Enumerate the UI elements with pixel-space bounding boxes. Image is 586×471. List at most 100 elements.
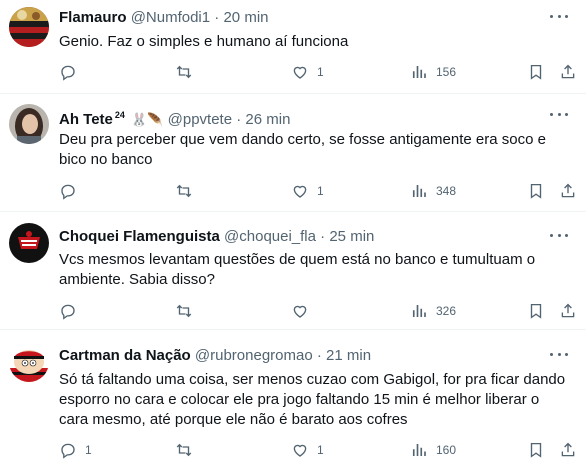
tweet-actions: 326 — [0, 301, 586, 321]
bookmark-icon — [530, 442, 542, 458]
heart-icon — [293, 305, 307, 318]
like-button[interactable]: 1 — [291, 440, 324, 460]
share-button[interactable] — [559, 440, 577, 460]
like-count: 1 — [317, 443, 324, 457]
like-count: 1 — [317, 65, 324, 79]
person-photo-avatar — [9, 104, 49, 144]
separator: · — [214, 9, 220, 26]
tweet-header: Cartman da Nação @rubronegromao · 21 min — [59, 346, 536, 365]
cartman-avatar — [9, 342, 49, 382]
avatar[interactable] — [9, 223, 49, 263]
reply-icon — [61, 443, 75, 459]
bookmark-icon — [530, 183, 542, 199]
share-icon — [561, 303, 575, 318]
display-name[interactable]: Cartman da Nação — [59, 347, 191, 364]
more-options-icon[interactable] — [550, 348, 568, 360]
views-button[interactable]: 348 — [410, 181, 456, 201]
tweet-header: Choquei Flamenguista @choquei_fla · 25 m… — [59, 227, 536, 246]
views-chart-icon — [412, 185, 426, 197]
tweet-text: Vcs mesmos levantam questões de quem est… — [59, 251, 536, 288]
display-name[interactable]: Choquei Flamenguista — [59, 228, 220, 245]
reply-icon — [61, 65, 75, 81]
avatar[interactable] — [9, 7, 49, 47]
flamengo-logo-avatar — [9, 223, 49, 263]
avatar[interactable] — [9, 104, 49, 144]
tweet-text: Genio. Faz o simples e humano aí funcion… — [59, 33, 349, 50]
share-button[interactable] — [559, 62, 577, 82]
bookmark-icon — [530, 64, 542, 80]
avatar[interactable] — [9, 342, 49, 382]
views-button[interactable]: 156 — [410, 62, 456, 82]
name-superscript: 24 — [114, 110, 125, 120]
tweet[interactable]: Flamauro @Numfodi1 · 20 min Genio. Faz o… — [0, 0, 586, 94]
share-icon — [561, 442, 575, 457]
more-options-icon[interactable] — [550, 10, 568, 22]
like-button[interactable]: 1 — [291, 181, 324, 201]
tweet-text: Deu pra perceber que vem dando certo, se… — [59, 131, 546, 168]
tweet-actions: 1 1 160 — [0, 440, 586, 460]
user-handle[interactable]: @choquei_fla — [224, 228, 316, 245]
heart-icon — [293, 185, 307, 198]
tweet[interactable]: Cartman da Nação @rubronegromao · 21 min… — [0, 330, 586, 471]
tweet[interactable]: Choquei Flamenguista @choquei_fla · 25 m… — [0, 212, 586, 330]
timestamp[interactable]: 26 min — [245, 111, 290, 128]
display-name[interactable]: Flamauro — [59, 9, 127, 26]
like-button[interactable]: 1 — [291, 62, 324, 82]
user-handle[interactable]: @Numfodi1 — [131, 9, 210, 26]
retweet-icon — [176, 184, 192, 198]
views-chart-icon — [412, 444, 426, 456]
tweet[interactable]: Ah Tete 24 🐰🪶 @ppvtete · 26 min Deu pra p… — [0, 94, 586, 212]
reply-count: 1 — [85, 443, 92, 457]
user-handle[interactable]: @rubronegromao — [195, 347, 313, 364]
reply-button[interactable] — [59, 181, 85, 201]
timestamp[interactable]: 21 min — [326, 347, 371, 364]
share-button[interactable] — [559, 301, 577, 321]
views-chart-icon — [412, 305, 426, 317]
views-button[interactable]: 160 — [410, 440, 456, 460]
timestamp[interactable]: 20 min — [223, 9, 268, 26]
reply-button[interactable] — [59, 62, 85, 82]
tweet-actions: 1 348 — [0, 181, 586, 201]
retweet-icon — [176, 304, 192, 318]
retweet-button[interactable] — [175, 62, 193, 82]
heart-icon — [293, 66, 307, 79]
retweet-icon — [176, 443, 192, 457]
timestamp[interactable]: 25 min — [329, 228, 374, 245]
share-icon — [561, 64, 575, 79]
bookmark-button[interactable] — [527, 440, 545, 460]
view-count: 348 — [436, 184, 457, 198]
name-emoji: 🐰🪶 — [131, 112, 164, 127]
view-count: 160 — [436, 443, 457, 457]
views-button[interactable]: 326 — [410, 301, 456, 321]
tweet-header: Ah Tete 24 🐰🪶 @ppvtete · 26 min — [59, 106, 536, 129]
more-options-icon[interactable] — [550, 108, 568, 120]
reply-icon — [61, 184, 75, 200]
view-count: 156 — [436, 65, 457, 79]
bookmark-icon — [530, 303, 542, 319]
retweet-icon — [176, 65, 192, 79]
more-options-icon[interactable] — [550, 229, 568, 241]
reply-button[interactable] — [59, 301, 85, 321]
separator: · — [236, 111, 242, 128]
flamengo-crest-avatar — [9, 7, 49, 47]
user-handle[interactable]: @ppvtete — [168, 111, 232, 128]
separator: · — [320, 228, 326, 245]
display-name[interactable]: Ah Tete — [59, 111, 113, 128]
share-button[interactable] — [559, 181, 577, 201]
tweet-header: Flamauro @Numfodi1 · 20 min — [59, 8, 536, 27]
retweet-button[interactable] — [175, 181, 193, 201]
heart-icon — [293, 444, 307, 457]
retweet-button[interactable] — [175, 301, 193, 321]
retweet-button[interactable] — [175, 440, 193, 460]
bookmark-button[interactable] — [527, 62, 545, 82]
like-button[interactable] — [291, 301, 317, 321]
reply-icon — [61, 304, 75, 320]
like-count: 1 — [317, 184, 324, 198]
share-icon — [561, 183, 575, 198]
bookmark-button[interactable] — [527, 301, 545, 321]
reply-button[interactable]: 1 — [59, 440, 92, 460]
tweet-text: Só tá faltando uma coisa, ser menos cuza… — [59, 371, 566, 428]
view-count: 326 — [436, 304, 457, 318]
separator: · — [316, 347, 322, 364]
bookmark-button[interactable] — [527, 181, 545, 201]
